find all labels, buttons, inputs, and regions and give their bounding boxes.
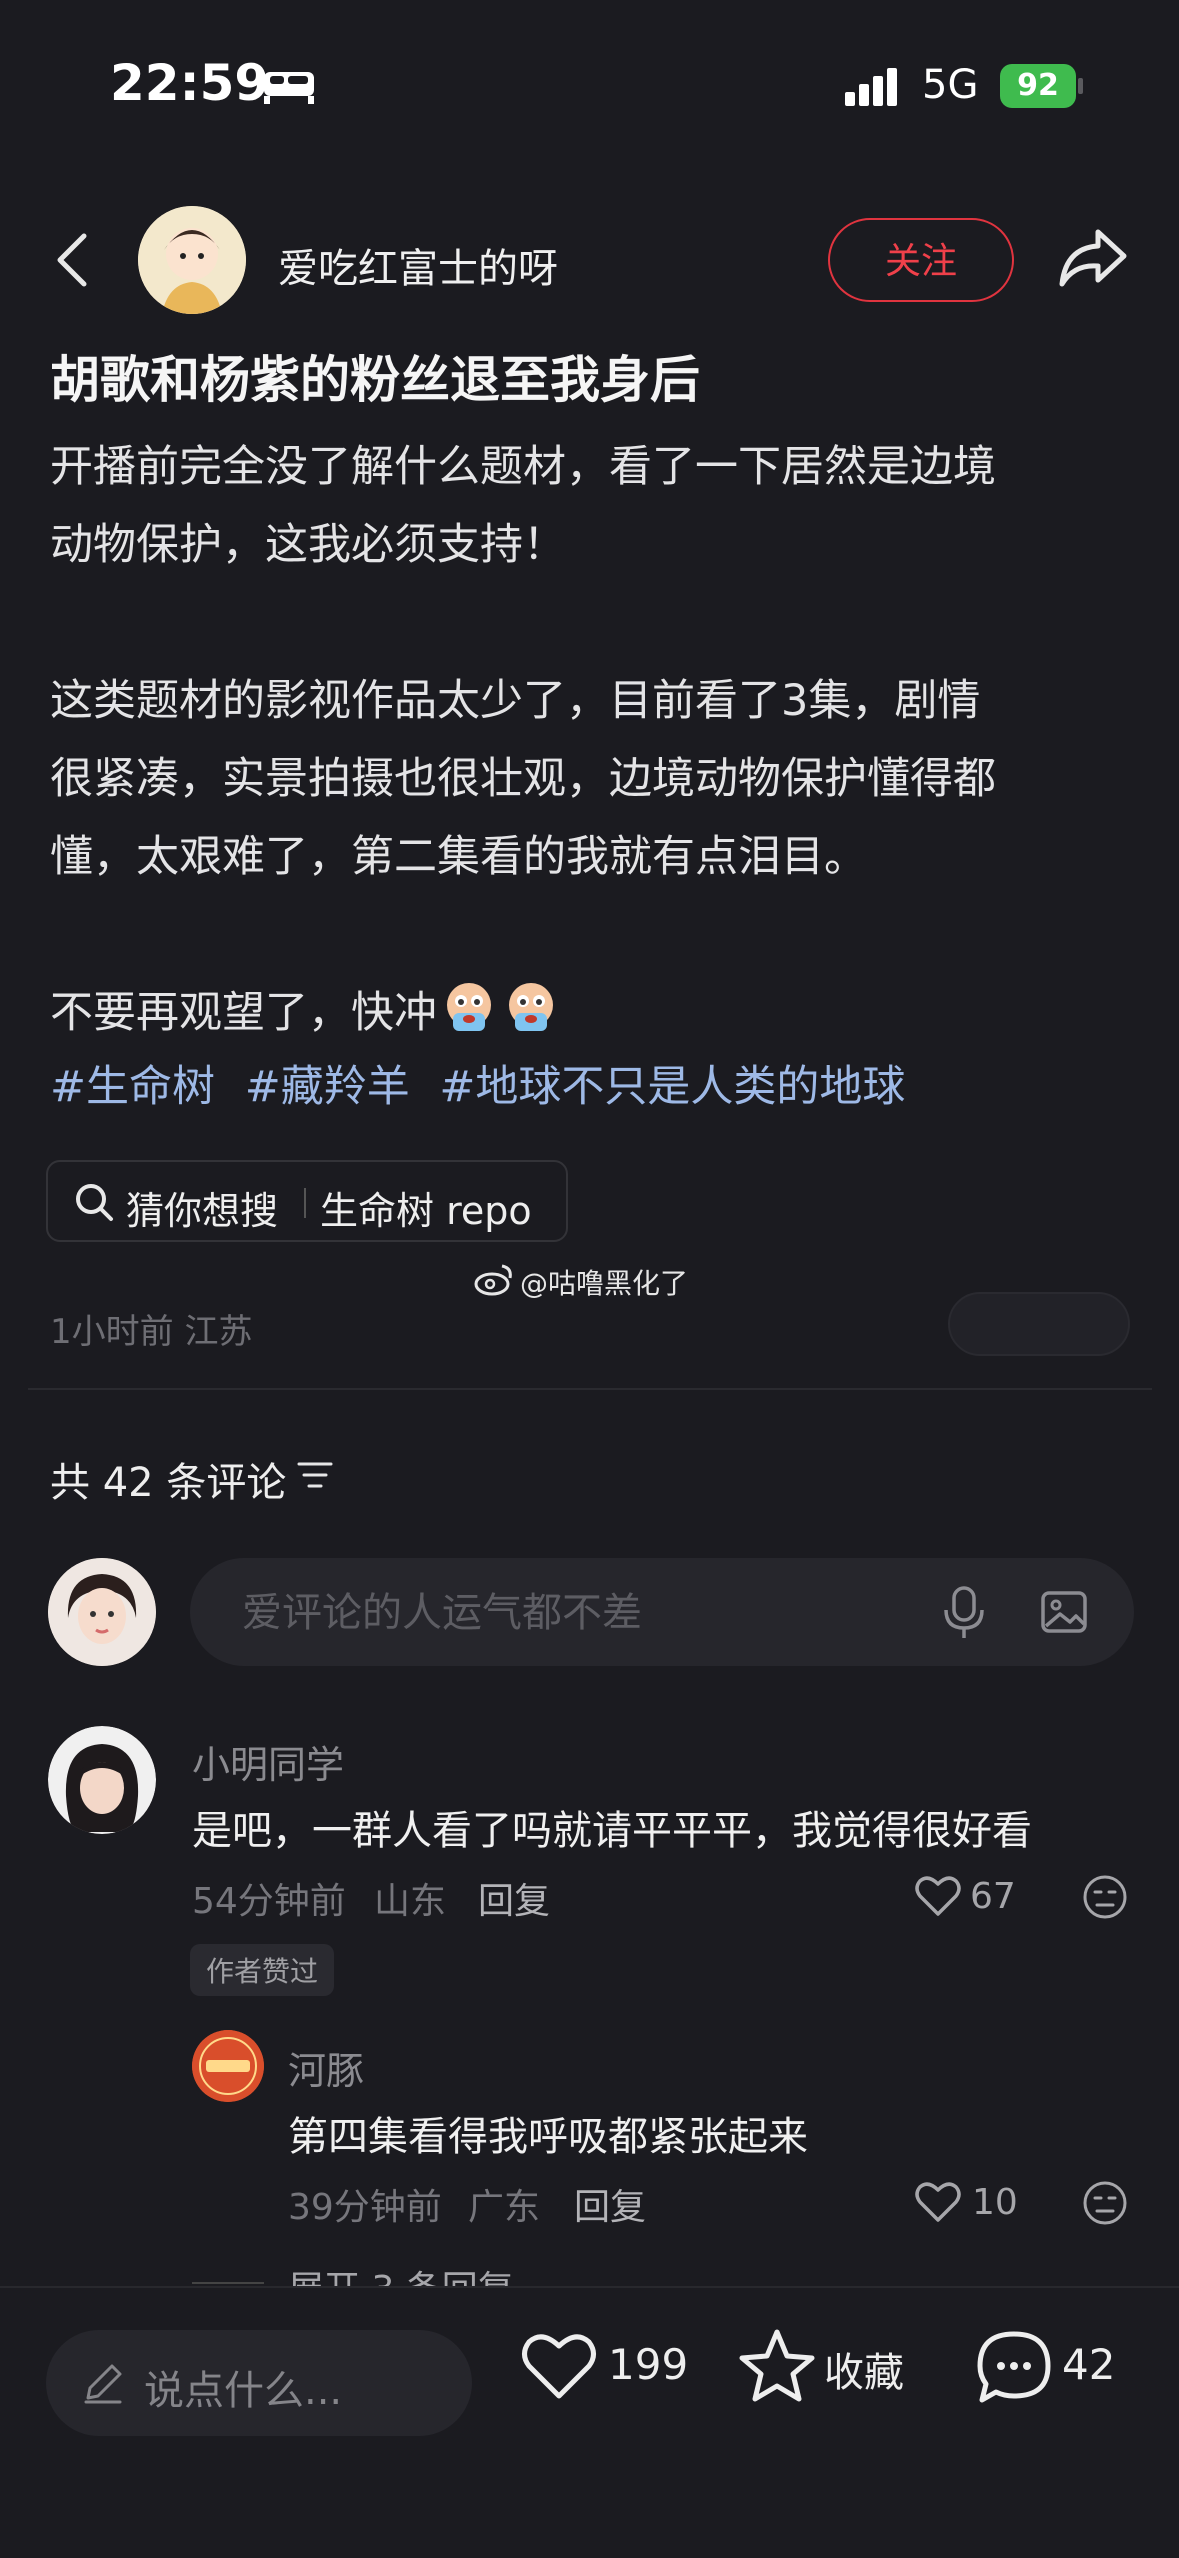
- author-avatar[interactable]: [138, 206, 246, 314]
- say-something-input[interactable]: 说点什么...: [46, 2330, 472, 2436]
- author-liked-badge: 作者赞过: [190, 1944, 335, 1996]
- image-icon[interactable]: [1040, 1588, 1088, 1636]
- post-comment-count: 42: [1062, 2340, 1116, 2389]
- favorite-label[interactable]: 收藏: [824, 2340, 904, 2398]
- post-meta: 1小时前 江苏: [50, 1312, 253, 1352]
- follow-button[interactable]: 关注: [828, 218, 1014, 302]
- my-avatar: [48, 1558, 156, 1666]
- sort-filter-icon[interactable]: [296, 1458, 334, 1492]
- hashtag-row: #生命树 #藏羚羊 #地球不只是人类的地球: [50, 1052, 921, 1114]
- signal-icon: [845, 68, 897, 106]
- comment-location: 山东: [374, 1881, 447, 1922]
- like-count: 67: [970, 1876, 1016, 1917]
- author-name[interactable]: 爱吃红富士的呀: [278, 236, 558, 294]
- post-line: 开播前完全没了解什么题材，看了一下居然是边境: [50, 442, 996, 492]
- comment-text: 第四集看得我呼吸都紧张起来: [288, 2114, 808, 2160]
- post-title: 胡歌和杨紫的粉丝退至我身后: [50, 351, 700, 409]
- search-chip-query: 生命树 repo: [320, 1189, 532, 1233]
- comment-username[interactable]: 河豚: [288, 2040, 364, 2095]
- comment-text: 是吧，一群人看了吗就请平平平，我觉得很好看: [192, 1808, 1032, 1854]
- heart-icon[interactable]: [914, 2180, 962, 2224]
- weibo-icon: [474, 1264, 512, 1296]
- pencil-icon: [84, 2364, 122, 2404]
- say-something-placeholder: 说点什么...: [144, 2368, 343, 2414]
- dislike-face-icon[interactable]: [1082, 2180, 1128, 2226]
- comment-bubble-icon[interactable]: [974, 2328, 1054, 2406]
- like-heart-icon[interactable]: [520, 2330, 598, 2402]
- crying-emoji-icon: [447, 983, 491, 1031]
- commenter-avatar[interactable]: [48, 1726, 156, 1834]
- post-line-last: 不要再观望了，快冲: [50, 974, 1130, 1052]
- battery-indicator: 92: [1000, 64, 1076, 108]
- star-icon[interactable]: [738, 2328, 816, 2404]
- heart-icon[interactable]: [914, 1874, 962, 1918]
- search-chip-label: 猜你想搜: [126, 1189, 279, 1233]
- hashtag-link[interactable]: #生命树: [50, 1062, 215, 1112]
- search-icon: [76, 1184, 113, 1221]
- post-like-count: 199: [608, 2340, 689, 2389]
- crying-emoji-icon: [509, 983, 553, 1031]
- like-count: 10: [972, 2182, 1018, 2223]
- post-body: 开播前完全没了解什么题材，看了一下居然是边境 动物保护，这我必须支持！ 这类题材…: [50, 428, 1130, 1052]
- comments-count: 共 42 条评论: [50, 1460, 287, 1506]
- post-line: 这类题材的影视作品太少了，目前看了3集，剧情: [50, 676, 981, 726]
- dislike-face-icon[interactable]: [1082, 1874, 1128, 1920]
- comment-time: 54分钟前: [192, 1881, 346, 1922]
- comment-username[interactable]: 小明同学: [192, 1734, 344, 1789]
- comment-location: 广东: [468, 2187, 541, 2228]
- post-line: 很紧凑，实景拍摄也很壮观，边境动物保护懂得都: [50, 754, 996, 804]
- post-line: 动物保护，这我必须支持！: [50, 520, 566, 570]
- search-suggestion-chip[interactable]: 猜你想搜 生命树 repo: [46, 1160, 568, 1242]
- reply-avatar[interactable]: [192, 2030, 264, 2102]
- chip-divider: [304, 1188, 306, 1218]
- reply-button[interactable]: 回复: [574, 2178, 646, 2230]
- microphone-icon[interactable]: [942, 1586, 986, 1640]
- back-icon[interactable]: [52, 232, 92, 288]
- hashtag-link[interactable]: #地球不只是人类的地球: [439, 1062, 905, 1112]
- bed-icon: [264, 72, 314, 104]
- comment-time: 39分钟前: [288, 2187, 442, 2228]
- blurred-pill: [948, 1292, 1130, 1356]
- hashtag-link[interactable]: #藏羚羊: [245, 1062, 410, 1112]
- watermark-text: @咕噜黑化了: [520, 1267, 689, 1300]
- post-line: 不要再观望了，快冲: [50, 988, 437, 1038]
- expand-divider: [192, 2282, 264, 2284]
- bottom-action-bar: 说点什么... 199 收藏 42: [0, 2286, 1179, 2558]
- battery-tip: [1078, 78, 1083, 94]
- share-icon[interactable]: [1058, 226, 1128, 290]
- comment-input-box[interactable]: [190, 1558, 1134, 1668]
- network-type: 5G: [922, 62, 979, 108]
- section-divider: [28, 1388, 1152, 1390]
- comment-input[interactable]: [240, 1558, 944, 1668]
- post-line: 懂，太艰难了，第二集看的我就有点泪目。: [50, 832, 867, 882]
- reply-button[interactable]: 回复: [478, 1872, 550, 1924]
- status-time: 22:59: [110, 54, 270, 112]
